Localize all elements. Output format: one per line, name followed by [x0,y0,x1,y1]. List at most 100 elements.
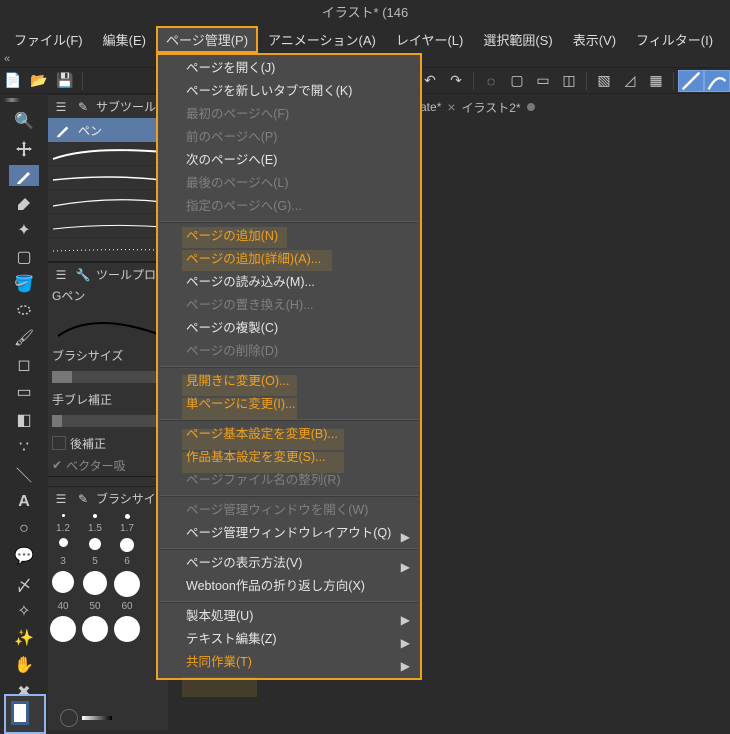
menu-first-page: 最初のページへ(F) [158,103,420,126]
panel-grip-icon[interactable]: ☰ [52,266,70,284]
menu-page-settings[interactable]: ページ基本設定を変更(B)... [158,423,420,446]
size-swatch[interactable] [114,571,140,597]
menu-window[interactable]: ウィンドウ [723,26,730,53]
stroke-preview[interactable] [48,238,168,262]
sparkle-tool-icon[interactable]: ✦ [13,219,35,240]
menu-bar: ファイル(F) 編集(E) ページ管理(P) アニメーション(A) レイヤー(L… [0,25,730,53]
new-icon[interactable]: 📄 [0,70,26,92]
brush-size-row[interactable]: ブラシサイズ [48,344,168,366]
ruler-curve-icon[interactable] [704,70,730,92]
redo-icon[interactable]: ↷ [443,70,469,92]
size-swatch[interactable] [50,571,76,597]
stroke-preview[interactable] [48,214,168,238]
subtool-selected[interactable]: ペン [48,118,168,142]
menu-open-pm-window: ページ管理ウィンドウを開く(W) [158,499,420,522]
size-swatch[interactable] [114,616,140,642]
menu-anim[interactable]: アニメーション(A) [258,26,386,53]
menu-layer[interactable]: レイヤー(L) [386,26,474,53]
knife-tool-icon[interactable]: 〆 [13,573,35,595]
ruler-line-icon[interactable] [678,70,704,92]
marquee-tool-icon[interactable]: ▢ [13,246,35,267]
size-swatch[interactable] [82,538,108,552]
panel-grip-icon[interactable]: ☰ [52,490,70,508]
eraser-tool-icon[interactable] [13,192,35,213]
pen-tool-icon[interactable] [9,165,39,186]
checkbox[interactable] [52,436,66,450]
stroke-preview[interactable] [48,166,168,190]
text-tool-icon[interactable]: A [13,491,35,512]
menu-dup-page[interactable]: ページの複製(C) [158,317,420,340]
menu-open-new-tab[interactable]: ページを新しいタブで開く(K) [158,80,420,103]
move-tool-icon[interactable] [13,138,35,159]
size-label: 3 [50,556,76,567]
size-swatch[interactable] [50,538,76,552]
brush-tool-icon[interactable]: 🖌 [13,328,35,349]
circle-icon[interactable] [60,709,78,727]
line-tool-icon[interactable]: ＼ [13,463,35,485]
snap-square-icon[interactable]: ▧ [591,70,617,92]
menu-next-page[interactable]: 次のページへ(E) [158,149,420,172]
light-tool-icon[interactable]: ✧ [13,601,35,622]
size-swatch[interactable] [82,571,108,597]
wand-tool-icon[interactable]: ✨ [13,628,35,649]
stroke-preview[interactable] [48,190,168,214]
menu-page-display[interactable]: ページの表示方法(V)▶ [158,552,420,575]
brushsize-title: ブラシサイ [96,490,156,507]
menu-add-page-detail[interactable]: ページの追加(詳細)(A)... [158,248,420,271]
menu-file[interactable]: ファイル(F) [4,26,93,53]
palette-grip[interactable] [4,98,44,102]
size-swatch[interactable] [50,616,76,642]
fill-tool-icon[interactable]: 🪣 [13,274,35,295]
shape-tool-icon[interactable]: ◻ [13,355,35,376]
menu-webtoon[interactable]: Webtoon作品の折り返し方向(X) [158,575,420,598]
brush-size-slider[interactable] [52,371,164,383]
panel-grip-icon[interactable]: ☰ [52,98,70,116]
balloon-tool-icon[interactable]: ○ [13,518,35,539]
menu-text-edit[interactable]: テキスト編集(Z)▶ [158,628,420,651]
menu-load-page[interactable]: ページの読み込み(M)... [158,271,420,294]
invert-icon[interactable]: ◫ [556,70,582,92]
post-correction-row[interactable]: 後補正 [48,432,168,454]
stabilization-slider[interactable] [52,415,164,427]
menu-open-page[interactable]: ページを開く(J) [158,57,420,80]
spray-tool-icon[interactable]: ∵ [13,436,35,457]
gradient-icon[interactable] [82,716,112,720]
menu-edit[interactable]: 編集(E) [93,26,156,53]
select-rect-icon[interactable]: ▢ [504,70,530,92]
stabilization-row[interactable]: 手ブレ補正 [48,388,168,410]
menu-spread[interactable]: 見開きに変更(O)... [158,370,420,393]
size-swatch[interactable] [114,538,140,552]
menu-collab[interactable]: 共同作業(T)▶ [158,651,420,674]
menu-add-page[interactable]: ページの追加(N) [158,225,420,248]
menu-work-settings[interactable]: 作品基本設定を変更(S)... [158,446,420,469]
menu-single[interactable]: 単ページに変更(I)... [158,393,420,416]
deselect-icon[interactable]: ▭ [530,70,556,92]
gradient-tool-icon[interactable]: ◧ [13,409,35,430]
color-swatch-selector[interactable] [4,694,46,734]
select-circle-icon[interactable]: ◌ [478,70,504,92]
menu-select[interactable]: 選択範囲(S) [473,26,562,53]
size-label: 1.2 [50,523,76,534]
speech-tool-icon[interactable]: 💬 [13,545,35,566]
size-label: 6 [114,556,140,567]
size-swatch[interactable] [50,514,76,519]
frame-tool-icon[interactable]: ▭ [13,382,35,403]
tool-palette: 🔍 ✦ ▢ 🪣 🖌 ◻ ▭ ◧ ∵ ＼ A ○ 💬 〆 ✧ ✨ ✋ ✖ [0,94,48,730]
menu-book-proc[interactable]: 製本処理(U)▶ [158,605,420,628]
snap-grid-icon[interactable]: ▦ [643,70,669,92]
save-icon[interactable]: 💾 [52,70,78,92]
menu-pm-layout[interactable]: ページ管理ウィンドウレイアウト(Q)▶ [158,522,420,545]
hand-tool-icon[interactable]: ✋ [13,655,35,676]
stroke-preview[interactable] [48,142,168,166]
snap-diag-icon[interactable]: ◿ [617,70,643,92]
menu-view[interactable]: 表示(V) [563,26,626,53]
size-swatch[interactable] [114,514,140,519]
menu-filter[interactable]: フィルター(I) [626,26,723,53]
lasso-tool-icon[interactable] [13,301,35,322]
open-icon[interactable]: 📂 [26,70,52,92]
size-swatch[interactable] [82,616,108,642]
vector-snap-row[interactable]: ✔ベクター吸 [48,454,168,476]
size-swatch[interactable] [82,514,108,519]
menu-page[interactable]: ページ管理(P) [156,26,258,53]
zoom-tool-icon[interactable]: 🔍 [13,111,35,132]
